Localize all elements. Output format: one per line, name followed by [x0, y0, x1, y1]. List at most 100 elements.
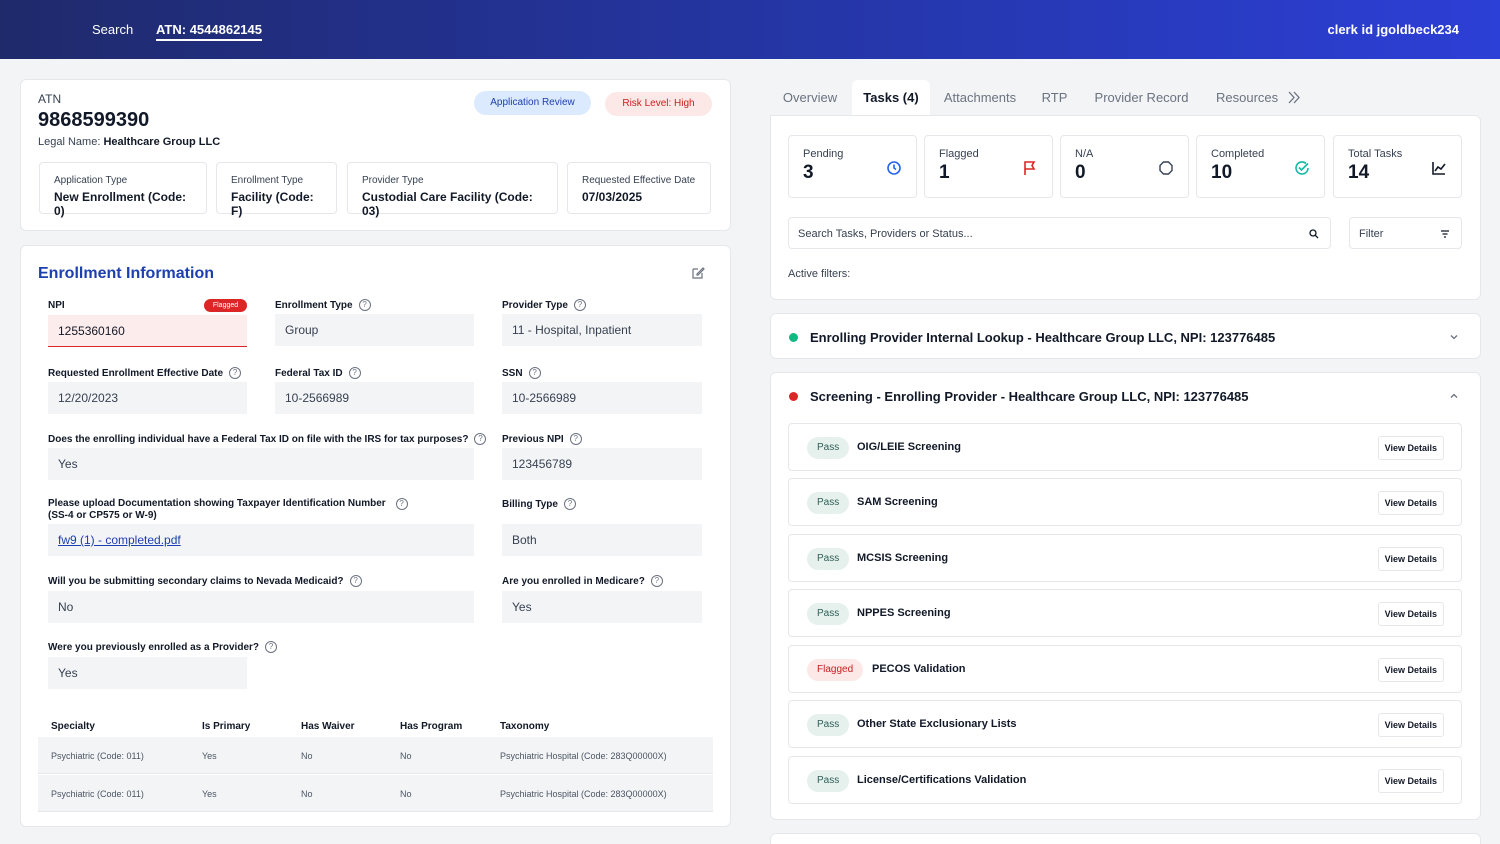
filter-icon — [1441, 230, 1449, 238]
status-dot — [789, 333, 798, 342]
group-title: Screening - Enrolling Provider - Healthc… — [810, 389, 1249, 404]
task-name: PECOS Validation — [872, 663, 966, 675]
task-row: Pass OIG/LEIE Screening View Details — [788, 423, 1462, 471]
atn-tab[interactable]: ATN: 4544862145 — [156, 22, 262, 41]
npi-field[interactable]: 1255360160 — [48, 315, 247, 347]
chevron-down-icon[interactable] — [1449, 332, 1459, 342]
section-title: Enrollment Information — [38, 265, 214, 282]
irs-answer-field[interactable]: Yes — [48, 448, 474, 480]
tab-attachments[interactable]: Attachments — [933, 80, 1027, 115]
help-icon[interactable]: ? — [265, 641, 278, 653]
view-details-button[interactable]: View Details — [1377, 436, 1444, 460]
check-circle-icon — [1295, 161, 1309, 175]
help-icon[interactable]: ? — [395, 498, 408, 510]
help-icon[interactable]: ? — [358, 299, 371, 311]
filter-label: Filter — [1359, 228, 1384, 240]
prev-provider-answer-field[interactable]: Yes — [48, 657, 247, 689]
cell-has-program: No — [400, 751, 412, 761]
chevron-up-icon[interactable] — [1449, 391, 1459, 401]
nevada-answer-field[interactable]: No — [48, 591, 474, 623]
col-header-is-primary: Is Primary — [202, 721, 251, 732]
cell-specialty: Psychiatric (Code: 011) — [51, 751, 144, 761]
cell-is-primary: Yes — [202, 751, 217, 761]
help-icon[interactable]: ? — [569, 433, 582, 445]
task-group-lookup[interactable]: Enrolling Provider Internal Lookup - Hea… — [770, 313, 1481, 359]
status-badge: Pass — [807, 492, 850, 514]
search-link[interactable]: Search — [92, 22, 133, 37]
ssn-field[interactable]: 10-2566989 — [502, 382, 702, 414]
tab-tasks[interactable]: Tasks (4) — [852, 80, 930, 115]
cell-specialty: Psychiatric (Code: 011) — [51, 789, 144, 799]
flag-icon — [1024, 161, 1036, 175]
view-details-button[interactable]: View Details — [1377, 602, 1444, 626]
stat-label: N/A — [1075, 148, 1094, 160]
prev-npi-field[interactable]: 123456789 — [502, 448, 702, 480]
cell-taxonomy: Psychiatric Hospital (Code: 283Q00000X) — [500, 789, 667, 799]
view-details-button[interactable]: View Details — [1377, 769, 1444, 793]
view-details-button[interactable]: View Details — [1377, 658, 1444, 682]
status-dot — [789, 392, 798, 401]
top-bar: Search ATN: 4544862145 clerk id jgoldbec… — [0, 0, 1500, 59]
enrollment-type-field[interactable]: Group — [275, 314, 474, 346]
col-header-specialty: Specialty — [51, 721, 95, 732]
info-enrollment-type: Enrollment Type Facility (Code: F) — [216, 162, 337, 218]
help-icon[interactable]: ? — [474, 433, 487, 445]
upload-file-field: fw9 (1) - completed.pdf — [48, 524, 474, 556]
stat-flagged: Flagged 1 — [924, 135, 1053, 198]
edit-icon[interactable] — [691, 266, 705, 280]
risk-badge: Risk Level: High — [605, 92, 712, 116]
help-icon[interactable]: ? — [528, 367, 541, 379]
medicare-answer-field[interactable]: Yes — [502, 591, 702, 623]
chart-icon — [1432, 162, 1446, 175]
provider-type-label-text: Provider Type — [502, 299, 568, 311]
provider-type-field[interactable]: 11 - Hospital, Inpatient — [502, 314, 702, 346]
req-date-label-text: Requested Enrollment Effective Date — [48, 367, 224, 379]
fed-tax-field[interactable]: 10-2566989 — [275, 382, 474, 414]
status-badge: Pass — [807, 437, 850, 459]
status-badge: Pass — [807, 603, 850, 625]
uploaded-file-link[interactable]: fw9 (1) - completed.pdf — [58, 533, 181, 547]
help-icon[interactable]: ? — [348, 367, 361, 379]
active-filters-label: Active filters: — [788, 268, 851, 280]
irs-question-text: Does the enrolling individual have a Fed… — [48, 433, 469, 445]
stat-total: Total Tasks 14 — [1333, 135, 1462, 198]
tab-overview[interactable]: Overview — [770, 80, 850, 115]
upload-question-label: Please upload Documentation showing Taxp… — [48, 498, 408, 522]
help-icon[interactable]: ? — [573, 299, 586, 311]
tab-rtp[interactable]: RTP — [1030, 80, 1079, 115]
tab-provider-record[interactable]: Provider Record — [1082, 80, 1201, 115]
billing-type-field[interactable]: Both — [502, 524, 702, 556]
help-icon[interactable]: ? — [349, 575, 362, 587]
npi-label: NPI — [48, 300, 65, 311]
info-value: Facility (Code: F) — [231, 190, 314, 218]
medicare-question-text: Are you enrolled in Medicare? — [502, 575, 645, 587]
legal-name-value: Healthcare Group LLC — [103, 136, 221, 148]
atn-number: 9868599390 — [38, 109, 150, 131]
help-icon[interactable]: ? — [229, 367, 242, 379]
help-icon[interactable]: ? — [563, 498, 576, 510]
upload-question-line1: Please upload Documentation showing Taxp… — [48, 498, 386, 509]
search-icon[interactable] — [1309, 229, 1319, 239]
provider-type-label: Provider Type? — [502, 299, 586, 311]
view-details-button[interactable]: View Details — [1377, 547, 1444, 571]
col-header-has-waiver: Has Waiver — [301, 721, 355, 732]
help-icon[interactable]: ? — [650, 575, 663, 587]
billing-type-label: Billing Type? — [502, 498, 576, 510]
search-input[interactable]: Search Tasks, Providers or Status... — [788, 217, 1331, 249]
view-details-button[interactable]: View Details — [1377, 713, 1444, 737]
summary-card: ATN 9868599390 Legal Name: Healthcare Gr… — [20, 79, 731, 231]
clerk-id: clerk id jgoldbeck234 — [1327, 22, 1459, 37]
enrollment-card: Enrollment Information NPI Flagged 12553… — [20, 245, 731, 827]
stat-pending: Pending 3 — [788, 135, 917, 198]
tab-resources[interactable]: Resources — [1205, 80, 1313, 115]
ssn-label: SSN? — [502, 367, 541, 379]
req-date-label: Requested Enrollment Effective Date? — [48, 367, 242, 379]
task-row: Pass NPPES Screening View Details — [788, 589, 1462, 637]
req-date-field[interactable]: 12/20/2023 — [48, 382, 247, 414]
view-details-button[interactable]: View Details — [1377, 491, 1444, 515]
prev-provider-question-label: Were you previously enrolled as a Provid… — [48, 641, 278, 653]
filter-button[interactable]: Filter — [1349, 217, 1462, 249]
table-row: Psychiatric (Code: 011) Yes No No Psychi… — [38, 775, 713, 812]
status-badge: Flagged — [807, 659, 864, 681]
search-placeholder: Search Tasks, Providers or Status... — [798, 228, 973, 240]
